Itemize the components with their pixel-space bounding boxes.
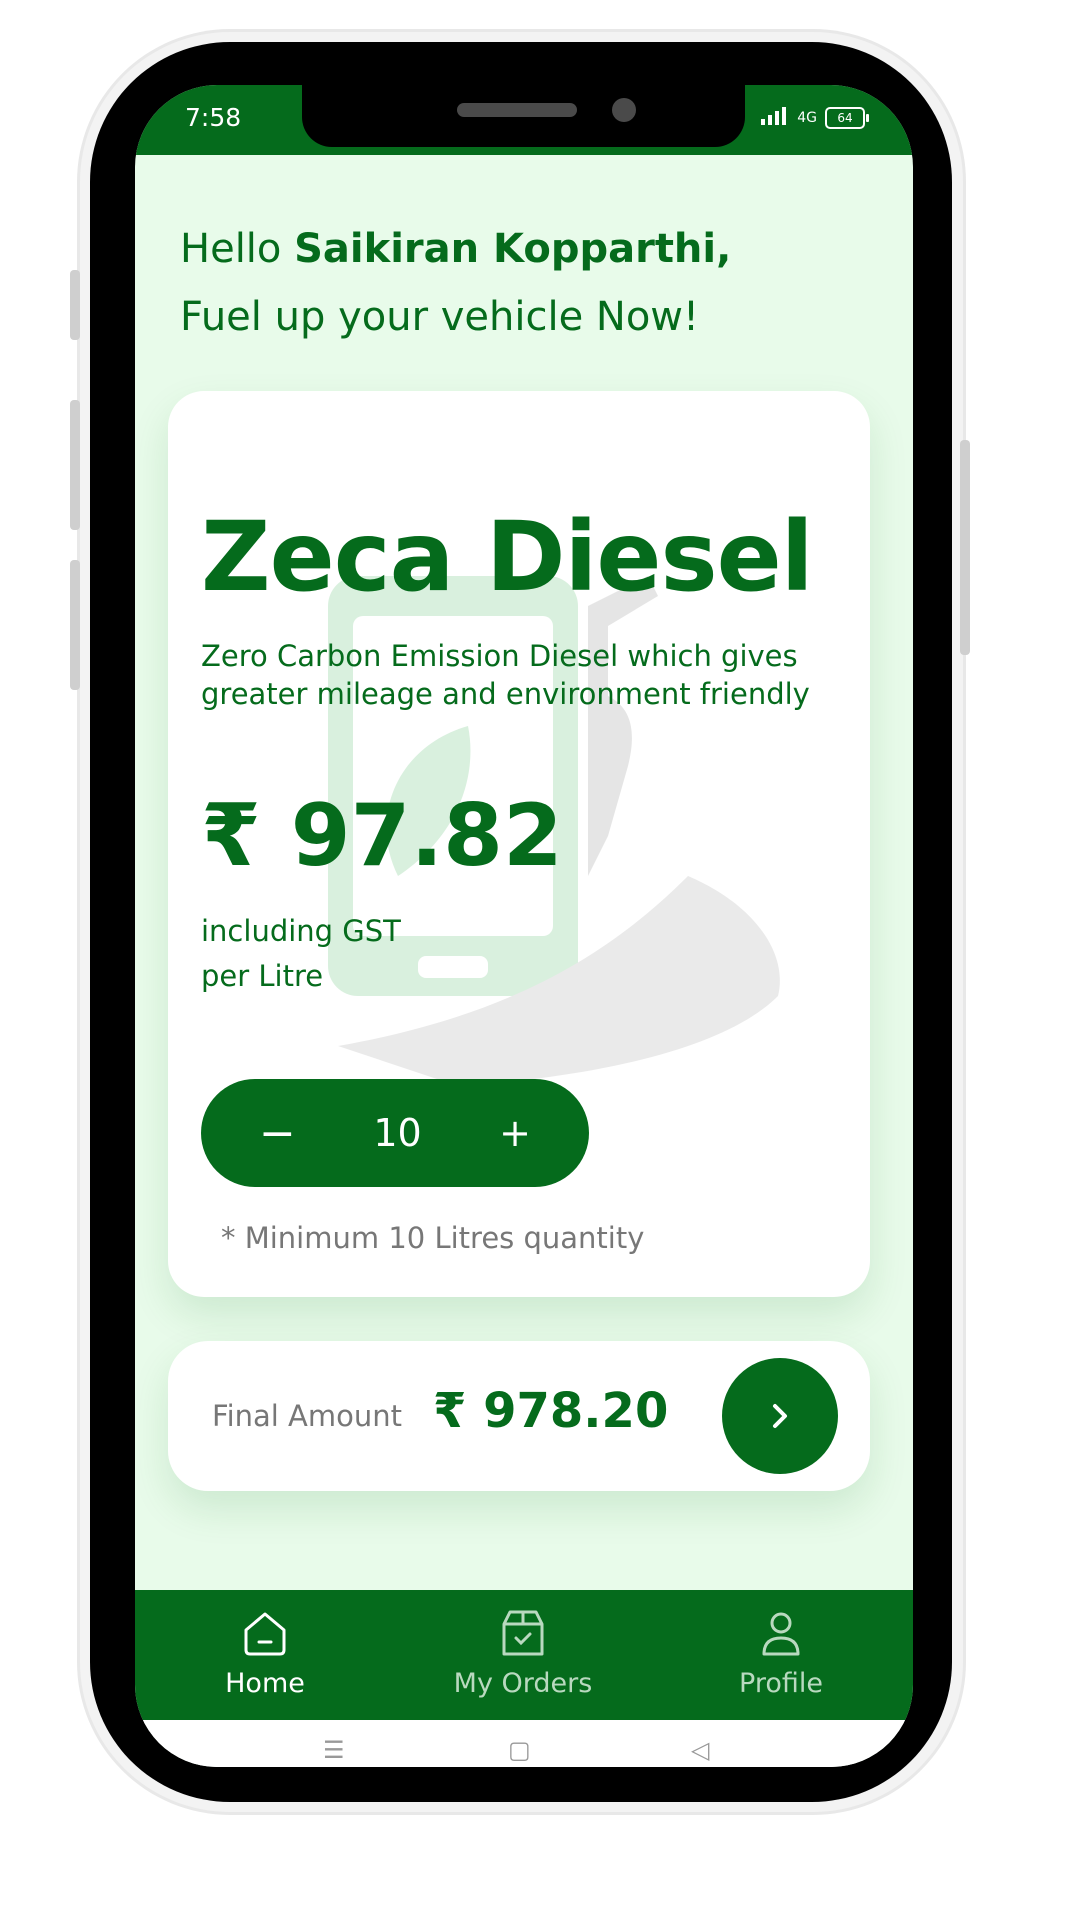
final-amount-value: ₹ 978.20 xyxy=(433,1383,669,1439)
camera-notch xyxy=(302,85,745,147)
increase-quantity-button[interactable]: + xyxy=(499,1111,531,1155)
nav-my-orders[interactable]: My Orders xyxy=(423,1608,623,1699)
status-time: 7:58 xyxy=(185,103,242,132)
status-bar: 7:58 4G 64 xyxy=(135,85,913,155)
final-amount-card: Final Amount ₹ 978.20 xyxy=(168,1341,870,1491)
minimum-quantity-note: * Minimum 10 Litres quantity xyxy=(221,1221,645,1255)
nav-profile-label: Profile xyxy=(739,1668,823,1699)
phone-side-button-left-2 xyxy=(70,400,80,530)
signal-icon xyxy=(761,107,789,129)
bottom-navigation: Home My Orders Profile xyxy=(135,1590,913,1720)
app-screen: 7:58 4G 64 Hello Saikiran Kopparthi, Fue… xyxy=(135,85,913,1767)
battery-icon: 64 xyxy=(825,107,869,129)
menu-icon[interactable]: ☰ xyxy=(323,1736,345,1764)
product-description: Zero Carbon Emission Diesel which gives … xyxy=(201,639,810,711)
phone-side-button-left-1 xyxy=(70,270,80,340)
back-triangle-icon[interactable]: ◁ xyxy=(691,1736,709,1764)
chevron-right-icon xyxy=(773,1404,787,1428)
user-name: Saikiran Kopparthi, xyxy=(294,226,732,272)
speaker-grille xyxy=(457,103,577,117)
product-title: Zeca Diesel xyxy=(201,501,814,613)
final-amount-label: Final Amount xyxy=(212,1399,403,1433)
profile-icon xyxy=(762,1612,800,1656)
product-card: Zeca Diesel Zero Carbon Emission Diesel … xyxy=(168,391,870,1297)
greeting-prefix: Hello xyxy=(180,226,282,272)
greeting-subtitle: Fuel up your vehicle Now! xyxy=(180,294,700,340)
nav-home[interactable]: Home xyxy=(165,1608,365,1699)
front-camera xyxy=(612,98,636,122)
nav-home-label: Home xyxy=(225,1668,305,1699)
price-note: including GST per Litre xyxy=(201,909,401,999)
quantity-value: 10 xyxy=(373,1111,422,1155)
home-square-icon[interactable]: ▢ xyxy=(508,1736,531,1764)
phone-side-button-right xyxy=(960,440,970,655)
system-navigation-bar: ☰ ▢ ◁ xyxy=(135,1720,913,1767)
price-note-unit: per Litre xyxy=(201,959,324,993)
proceed-button[interactable] xyxy=(722,1358,838,1474)
network-label: 4G xyxy=(797,110,817,126)
status-icons: 4G 64 xyxy=(761,107,869,129)
nav-profile[interactable]: Profile xyxy=(681,1608,881,1699)
phone-side-button-left-3 xyxy=(70,560,80,690)
price-per-litre: ₹ 97.82 xyxy=(201,786,563,886)
price-note-gst: including GST xyxy=(201,914,401,948)
nav-orders-label: My Orders xyxy=(453,1668,593,1699)
greeting: Hello Saikiran Kopparthi, Fuel up your v… xyxy=(180,215,731,351)
decrease-quantity-button[interactable]: − xyxy=(259,1108,296,1159)
quantity-stepper[interactable]: − 10 + xyxy=(201,1079,589,1187)
home-icon xyxy=(244,1612,286,1656)
orders-box-icon xyxy=(502,1610,544,1656)
